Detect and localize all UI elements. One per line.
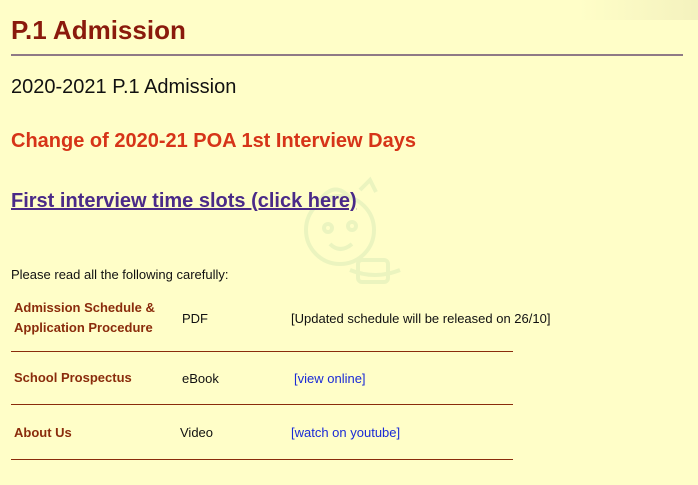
admission-schedule-label: Admission Schedule & Application Procedu…	[14, 298, 155, 338]
row-divider	[11, 404, 513, 405]
admission-schedule-type: PDF	[182, 311, 208, 326]
row-divider	[11, 459, 513, 460]
admission-schedule-label-line1: Admission Schedule &	[14, 300, 155, 315]
admission-schedule-status: [Updated schedule will be released on 26…	[291, 311, 551, 326]
about-us-type: Video	[180, 425, 214, 440]
admission-year-heading: 2020-2021 P.1 Admission	[11, 76, 237, 98]
school-prospectus-label: School Prospectus	[14, 370, 132, 385]
about-us-label: About Us	[14, 425, 72, 440]
watch-on-youtube-link[interactable]: [watch on youtube]	[291, 425, 400, 440]
page-corner-shade	[578, 0, 698, 20]
page-title: P.1 Admission	[11, 15, 186, 45]
instruction-text: Please read all the following carefully:	[11, 267, 229, 282]
title-divider	[11, 54, 683, 56]
view-online-link[interactable]: [view online]	[294, 371, 366, 386]
admission-schedule-label-line2: Application Procedure	[14, 320, 153, 335]
page: P.1 Admission 2020-2021 P.1 Admission Ch…	[0, 0, 698, 485]
cartoon-baby-watermark-icon	[304, 176, 401, 284]
school-prospectus-type: eBook	[182, 371, 219, 386]
interview-days-notice: Change of 2020-21 POA 1st Interview Days	[11, 130, 416, 152]
row-divider	[11, 351, 513, 352]
interview-time-slots-link[interactable]: First interview time slots (click here)	[11, 190, 357, 213]
